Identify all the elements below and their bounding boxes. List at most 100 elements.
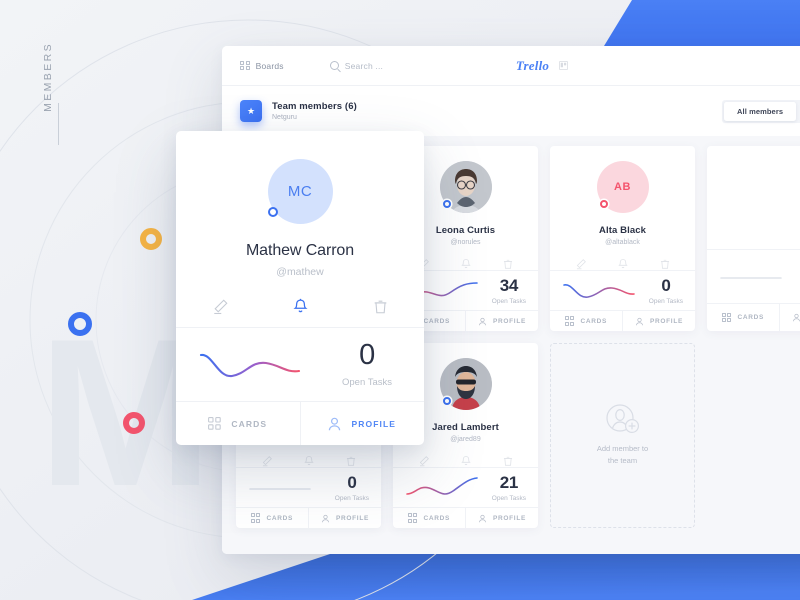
- profile-label: PROFILE: [492, 317, 527, 325]
- profile-button[interactable]: PROFILE: [308, 508, 381, 528]
- profile-button[interactable]: PROFILE: [622, 311, 695, 331]
- add-member-text: Add member to the team: [597, 443, 648, 466]
- add-member-card[interactable]: Add member to the team: [550, 343, 695, 528]
- modal-footer: CARDS PROFILE: [176, 401, 424, 445]
- tab-my-team[interactable]: My team: [796, 102, 800, 121]
- profile-button[interactable]: PROFILE: [465, 508, 538, 528]
- profile-button[interactable]: PROFILE: [465, 311, 538, 331]
- member-actions: [575, 258, 671, 270]
- brand-wordmark[interactable]: Trello: [516, 58, 549, 74]
- member-filter-tabs: All members My team: [722, 100, 800, 123]
- member-actions: [418, 455, 514, 467]
- open-tasks-count: 0: [347, 472, 357, 492]
- open-tasks-count: 21: [499, 472, 519, 492]
- user-icon: [479, 317, 486, 325]
- user-icon: [322, 514, 329, 522]
- profile-label: PROFILE: [351, 418, 397, 429]
- open-tasks-stat: 21 Open Tasks: [492, 474, 526, 502]
- edit-icon[interactable]: [418, 455, 430, 467]
- sparkline-chart: [563, 283, 635, 298]
- member-detail-modal[interactable]: MC Mathew Carron @mathew 0 Open Tasks CA…: [176, 131, 424, 445]
- member-card-stats: 0 Open Tasks: [707, 249, 800, 303]
- bell-icon[interactable]: [460, 258, 472, 270]
- page-title: Team members (6): [272, 101, 357, 112]
- member-card-footer: CARDS PROFILE: [393, 507, 538, 528]
- member-name: Mathew Carron: [245, 242, 355, 259]
- open-tasks-stat: 0 Open Tasks: [649, 277, 683, 305]
- trash-icon[interactable]: [372, 298, 389, 315]
- avatar-wrapper: AB: [596, 161, 649, 213]
- member-card-stats: 0 Open Tasks: [236, 467, 381, 507]
- cards-button[interactable]: CARDS: [550, 311, 622, 331]
- bell-icon[interactable]: [617, 258, 629, 270]
- status-badge: [442, 397, 451, 405]
- sparkline-chart: [199, 353, 301, 377]
- decorative-ring-red: [123, 412, 145, 434]
- profile-button[interactable]: PROFILE: [299, 402, 425, 445]
- side-label-rule: [58, 103, 59, 145]
- cards-button[interactable]: CARDS: [176, 402, 300, 445]
- brand-logo: Trello: [222, 46, 800, 85]
- bell-icon[interactable]: [303, 455, 315, 467]
- status-badge: [599, 200, 608, 208]
- trash-icon[interactable]: [659, 258, 671, 270]
- cards-label: CARDS: [423, 514, 451, 522]
- edit-icon[interactable]: [261, 455, 273, 467]
- member-card-footer: CARDS PROFILE: [550, 310, 695, 331]
- trash-icon[interactable]: [502, 258, 514, 270]
- open-tasks-stat: 0 Open Tasks: [342, 339, 402, 389]
- trash-icon[interactable]: [345, 455, 357, 467]
- open-tasks-label: Open Tasks: [491, 494, 526, 502]
- side-label-members: MEMBERS: [42, 42, 54, 112]
- member-handle: @norules: [450, 239, 481, 246]
- profile-button[interactable]: PROFILE: [779, 304, 800, 331]
- edit-icon[interactable]: [212, 298, 229, 315]
- open-tasks-stat: 0 Open Tasks: [335, 474, 369, 502]
- open-tasks-count: 0: [359, 339, 375, 371]
- modal-stats: 0 Open Tasks: [176, 327, 424, 401]
- member-card[interactable]: 0 Open Tasks CARDS PROFILE: [707, 146, 800, 331]
- search-input[interactable]: Search ...: [329, 60, 384, 71]
- team-badge[interactable]: ★: [240, 100, 262, 122]
- user-icon: [793, 313, 800, 322]
- profile-label: PROFILE: [335, 514, 370, 522]
- trash-icon[interactable]: [502, 455, 514, 467]
- grid-icon: [240, 60, 250, 71]
- member-actions: [418, 258, 514, 270]
- member-card[interactable]: AB Alta Black @altablack 0 Open Tasks CA…: [550, 146, 695, 331]
- cards-button[interactable]: CARDS: [236, 508, 308, 528]
- bell-icon[interactable]: [460, 455, 472, 467]
- user-icon: [479, 514, 486, 522]
- user-icon: [329, 417, 341, 430]
- boards-button[interactable]: Boards: [240, 61, 284, 71]
- tab-all-members[interactable]: All members: [724, 102, 797, 121]
- grid-icon: [564, 316, 575, 326]
- modal-actions: [212, 298, 389, 315]
- sparkline-chart: [406, 476, 478, 495]
- member-card-footer: CARDS PROFILE: [236, 507, 381, 528]
- star-icon: ★: [246, 105, 256, 116]
- open-tasks-label: Open Tasks: [648, 297, 683, 305]
- trello-board-icon[interactable]: [559, 61, 569, 70]
- open-tasks-label: Open Tasks: [491, 297, 526, 305]
- search-placeholder: Search ...: [344, 60, 384, 71]
- bell-icon[interactable]: [292, 298, 309, 315]
- member-card-stats: 21 Open Tasks: [393, 467, 538, 507]
- modal-header: MC Mathew Carron @mathew: [176, 131, 424, 327]
- open-tasks-count: 34: [499, 275, 519, 295]
- team-header: ★ Team members (6) Netguru All members M…: [222, 86, 800, 136]
- member-name: Jared Lambert: [432, 422, 499, 433]
- decorative-ring-yellow: [140, 228, 162, 250]
- cards-button[interactable]: CARDS: [393, 508, 465, 528]
- member-handle: @altablack: [605, 239, 640, 246]
- add-user-icon: [605, 404, 639, 434]
- sparkline-chart: [249, 487, 311, 490]
- cards-label: CARDS: [266, 514, 294, 522]
- grid-icon: [250, 513, 261, 523]
- edit-icon[interactable]: [575, 258, 587, 270]
- user-icon: [636, 317, 643, 325]
- boards-label: Boards: [255, 60, 284, 71]
- member-handle: @jared89: [450, 436, 481, 443]
- cards-button[interactable]: CARDS: [707, 304, 779, 331]
- member-name: Leona Curtis: [435, 225, 496, 236]
